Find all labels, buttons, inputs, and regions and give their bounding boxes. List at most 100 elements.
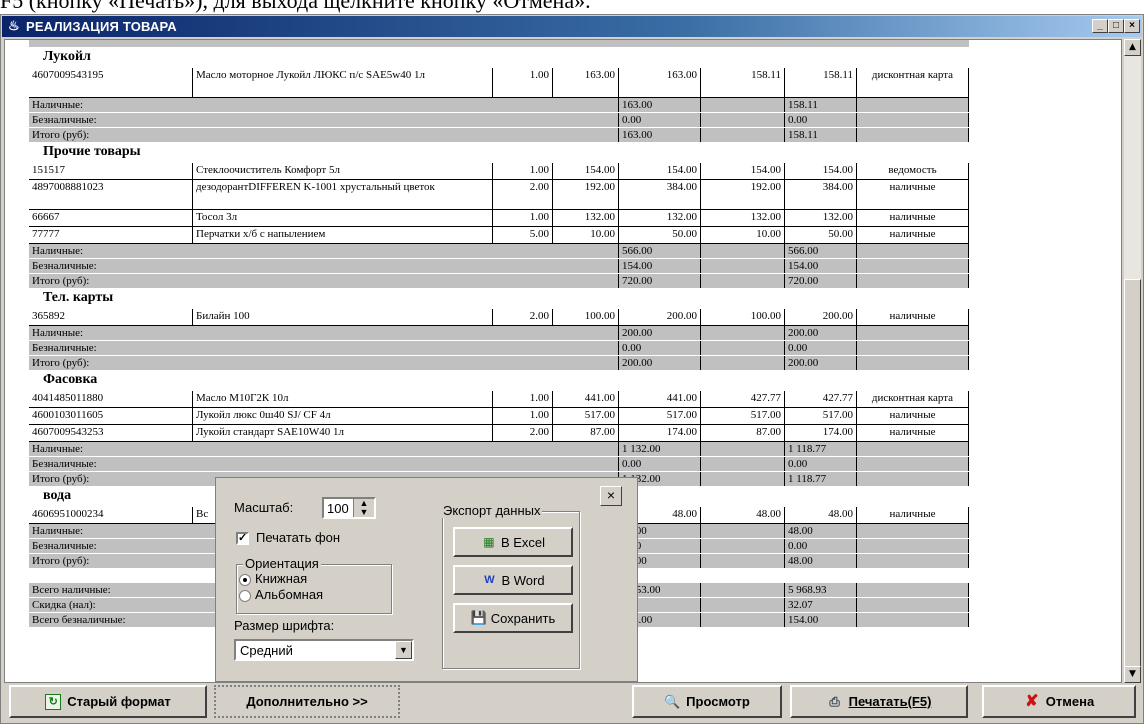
item-price-discount: 517.00: [701, 408, 785, 424]
total-sum-discount: 0.00: [785, 457, 857, 471]
cancel-button[interactable]: ✘ Отмена: [982, 685, 1136, 718]
grand-total-sum-discount: 5 968.93: [785, 583, 857, 597]
item-price-discount: 427.77: [701, 391, 785, 407]
item-price-discount: 48.00: [701, 507, 785, 523]
scroll-up-icon[interactable]: ▲: [1124, 39, 1141, 56]
total-row: Безналичные: 154.00 154.00: [29, 259, 969, 274]
item-price: 517.00: [553, 408, 619, 424]
scale-spinner[interactable]: 100 ▲ ▼: [322, 497, 376, 519]
landscape-label: Альбомная: [255, 587, 324, 602]
total-spacer: [857, 259, 969, 273]
table-row: 4600103011605 Лукойл люкс 0ш40 SJ/ CF 4л 1…: [29, 408, 969, 425]
total-spacer: [701, 244, 785, 258]
table-row: 77777 Перчатки х/б с напылением 5.00 10.00 5…: [29, 227, 969, 244]
total-spacer: [857, 326, 969, 340]
total-sum: 1 132.00: [619, 442, 701, 456]
old-format-label: Старый формат: [67, 694, 171, 709]
printer-icon: ⎙: [829, 693, 840, 709]
chevron-down-icon[interactable]: ▼: [395, 641, 412, 659]
item-price: 10.00: [553, 227, 619, 243]
maximize-button[interactable]: □: [1108, 19, 1124, 33]
total-spacer: [857, 457, 969, 471]
export-word-label: В Word: [501, 572, 545, 588]
scroll-thumb[interactable]: [1124, 279, 1141, 671]
item-sum: 132.00: [619, 210, 701, 226]
item-sum-discount: 48.00: [785, 507, 857, 523]
spin-arrows-icon[interactable]: ▲ ▼: [353, 499, 374, 517]
old-format-button[interactable]: ↻ Старый формат: [9, 685, 207, 718]
total-sum-discount: 1 118.77: [785, 442, 857, 456]
item-sum-discount: 132.00: [785, 210, 857, 226]
item-qty: 1.00: [493, 391, 553, 407]
total-sum-discount: 48.00: [785, 554, 857, 568]
item-sum-discount: 174.00: [785, 425, 857, 441]
more-options-button[interactable]: Дополнительно >>: [214, 685, 400, 718]
total-spacer: [701, 326, 785, 340]
total-label: Безналичные:: [29, 113, 619, 127]
group-header: Тел. карты: [29, 289, 969, 309]
vertical-scrollbar[interactable]: ▲ ▼: [1124, 39, 1141, 683]
item-qty: 1.00: [493, 408, 553, 424]
item-sum: 174.00: [619, 425, 701, 441]
total-row: Наличные: 200.00 200.00: [29, 326, 969, 341]
total-spacer: [857, 554, 969, 568]
item-sum-discount: 384.00: [785, 180, 857, 209]
window-title: РЕАЛИЗАЦИЯ ТОВАРА: [26, 19, 177, 34]
group-name: Лукойл: [43, 49, 91, 64]
group-name: Прочие товары: [43, 144, 141, 159]
total-sum: 154.00: [619, 259, 701, 273]
item-payment: наличные: [857, 425, 969, 441]
font-size-select[interactable]: Средний ▼: [234, 639, 414, 661]
item-price: 441.00: [553, 391, 619, 407]
print-background-checkbox[interactable]: ✓: [236, 532, 249, 545]
export-excel-button[interactable]: ▦ В Excel: [453, 527, 573, 557]
total-sum-discount: 154.00: [785, 259, 857, 273]
total-spacer: [857, 274, 969, 288]
excel-icon: ▦: [483, 535, 495, 549]
word-icon: W: [484, 574, 495, 586]
orientation-group: Ориентация Книжная Альбомная: [236, 556, 392, 614]
total-label: Наличные:: [29, 326, 619, 340]
preview-button[interactable]: 🔍 Просмотр: [632, 685, 782, 718]
close-button[interactable]: ×: [1124, 19, 1140, 33]
print-button[interactable]: ⎙ Печатать(F5): [790, 685, 968, 718]
item-price-discount: 100.00: [701, 309, 785, 325]
item-code: 365892: [29, 309, 193, 325]
item-name: Лукойл люкс 0ш40 SJ/ CF 4л: [193, 408, 493, 424]
item-payment: наличные: [857, 309, 969, 325]
table-row: 4897008881023 дезодорантDIFFEREN K-1001 х…: [29, 180, 969, 210]
export-word-button[interactable]: W В Word: [453, 565, 573, 595]
total-spacer: [701, 113, 785, 127]
total-spacer: [701, 442, 785, 456]
total-label: Итого (руб):: [29, 356, 619, 370]
total-spacer: [857, 341, 969, 355]
item-sum: 50.00: [619, 227, 701, 243]
refresh-icon: ↻: [45, 693, 62, 710]
total-sum-discount: 158.11: [785, 128, 857, 142]
scroll-down-icon[interactable]: ▼: [1124, 666, 1141, 683]
item-name: дезодорантDIFFEREN K-1001 хрустальный цв…: [193, 180, 493, 209]
item-code: 4607009543253: [29, 425, 193, 441]
minimize-button[interactable]: _: [1092, 19, 1108, 33]
total-spacer: [857, 524, 969, 538]
item-sum-discount: 154.00: [785, 163, 857, 179]
total-spacer: [701, 539, 785, 553]
save-button[interactable]: 💾 Сохранить: [453, 603, 573, 633]
total-sum-discount: 158.11: [785, 98, 857, 112]
floppy-disk-icon: 💾: [470, 610, 487, 625]
table-row: 4607009543253 Лукойл стандарт SAE10W40 1л…: [29, 425, 969, 442]
total-spacer: [857, 442, 969, 456]
total-spacer: [701, 128, 785, 142]
title-bar: ♨ РЕАЛИЗАЦИЯ ТОВАРА _ □ ×: [2, 16, 1142, 37]
item-qty: 1.00: [493, 210, 553, 226]
item-name: Тосол 3л: [193, 210, 493, 226]
export-excel-label: В Excel: [500, 534, 546, 550]
portrait-radio[interactable]: [239, 574, 251, 586]
total-label: Наличные:: [29, 442, 619, 456]
landscape-radio[interactable]: [239, 590, 251, 602]
total-spacer: [701, 472, 785, 486]
popup-close-button[interactable]: ×: [600, 486, 622, 506]
total-spacer: [701, 356, 785, 370]
item-price-discount: 132.00: [701, 210, 785, 226]
item-sum-discount: 200.00: [785, 309, 857, 325]
